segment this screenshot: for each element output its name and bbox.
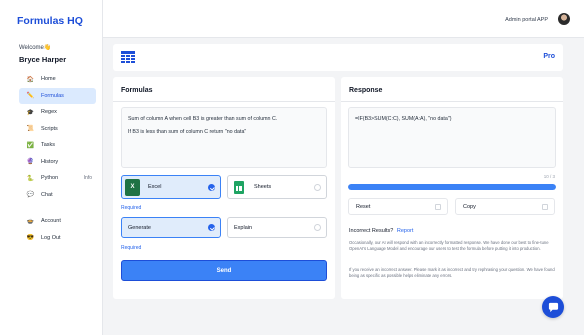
sidebar-item-account[interactable]: 🍲 Account [19, 213, 96, 230]
sidebar-item-regex[interactable]: 🎓 Regex [19, 104, 96, 121]
reset-label: Reset [356, 203, 371, 210]
sidebar-item-tasks[interactable]: ✅ Tasks [19, 137, 96, 154]
check-circle-icon [208, 184, 215, 191]
sidebar: Formulas HQ Welcome👋 Bryce Harper 🏠 Home… [0, 0, 103, 335]
sidebar-item-python[interactable]: 🐍 Python Info [19, 170, 96, 187]
sidebar-item-label: Home [41, 76, 56, 83]
response-panel: Response =IF(B3>SUM(C:C), SUM(A:A), "no … [341, 77, 563, 299]
explain-label: Explain [234, 224, 253, 231]
sidebar-item-home[interactable]: 🏠 Home [19, 71, 96, 88]
home-icon: 🏠 [26, 76, 35, 83]
pencil-icon: ✏️ [26, 93, 35, 100]
reset-button[interactable]: Reset [348, 198, 448, 215]
app-logo[interactable]: Formulas HQ [17, 15, 83, 27]
sunglasses-icon: 😎 [26, 235, 35, 242]
radio-circle-icon [314, 184, 321, 191]
formulas-panel: Formulas Sum of column A when cell B3 is… [113, 77, 335, 299]
chat-bubble-button[interactable] [542, 296, 564, 318]
graduation-cap-icon: 🎓 [26, 109, 35, 116]
account-bowl-icon: 🍲 [26, 218, 35, 225]
required-label: Required [121, 245, 142, 251]
reset-icon [435, 204, 441, 210]
admin-portal-link[interactable]: Admin portal [505, 17, 536, 23]
sidebar-item-label: Scripts [41, 125, 58, 132]
topbar: Admin portal APP [103, 0, 584, 38]
sidebar-item-history[interactable]: 🔮 History [19, 154, 96, 171]
sidebar-item-label: Account [41, 218, 61, 225]
speech-bubble-icon: 💬 [26, 192, 35, 199]
required-label: Required [121, 205, 142, 211]
spreadsheet-grid-icon [121, 51, 135, 63]
copy-button[interactable]: Copy [455, 198, 555, 215]
sidebar-item-label: Tasks [41, 142, 56, 149]
app-link[interactable]: APP [537, 17, 548, 23]
sidebar-item-formulas[interactable]: ✏️ Formulas [19, 87, 96, 104]
generate-option[interactable]: Generate [121, 217, 221, 238]
copy-icon [542, 204, 548, 210]
scroll-icon: 📜 [26, 126, 35, 133]
formulas-title: Formulas [121, 87, 153, 94]
formula-input[interactable]: Sum of column A when cell B3 is greater … [121, 107, 327, 168]
sheets-icon [231, 178, 246, 196]
sidebar-nav: 🏠 Home ✏️ Formulas 🎓 Regex 📜 Scripts ✅ T… [19, 71, 96, 246]
sidebar-item-label: Formulas [41, 92, 64, 99]
formula-text-line1: Sum of column A when cell B3 is greater … [128, 116, 278, 122]
sheets-option[interactable]: Sheets [227, 175, 327, 199]
pro-banner: Pro [113, 44, 563, 71]
crystal-ball-icon: 🔮 [26, 159, 35, 166]
disclaimer-text: Occasionally, our AI will respond with a… [349, 240, 549, 251]
checkmark-icon: ✅ [26, 142, 35, 149]
report-link[interactable]: Report [397, 228, 414, 234]
explain-option[interactable]: Explain [227, 217, 327, 238]
sidebar-item-scripts[interactable]: 📜 Scripts [19, 121, 96, 138]
divider [113, 101, 335, 102]
snake-icon: 🐍 [26, 175, 35, 182]
sidebar-item-chat[interactable]: 💬 Chat [19, 187, 96, 204]
progress-fill [348, 184, 556, 190]
excel-icon: X [125, 178, 140, 196]
sidebar-item-label: Regex [41, 109, 57, 116]
check-circle-icon [208, 224, 215, 231]
copy-label: Copy [463, 203, 476, 210]
response-title: Response [349, 87, 383, 94]
sidebar-item-label: Log Out [41, 234, 61, 241]
excel-option[interactable]: X Excel [121, 175, 221, 199]
response-text: =IF(B3>SUM(C:C), SUM(A:A), "no data") [355, 116, 452, 122]
sidebar-item-label: History [41, 158, 59, 165]
incorrect-results: Incorrect Results? Report [349, 228, 413, 234]
user-name: Bryce Harper [19, 55, 67, 64]
generate-label: Generate [128, 224, 151, 231]
divider [341, 101, 563, 102]
chat-icon [548, 302, 558, 312]
avatar[interactable] [558, 13, 570, 25]
welcome-text: Welcome👋 [19, 45, 52, 51]
pro-label[interactable]: Pro [543, 53, 555, 60]
sidebar-item-label: Python [41, 175, 59, 182]
sidebar-item-label: Chat [41, 191, 53, 198]
sidebar-item-logout[interactable]: 😎 Log Out [19, 230, 96, 247]
excel-label: Excel [148, 184, 162, 190]
formula-text-line2: If B3 is less than sum of column C retur… [128, 129, 247, 135]
incorrect-label: Incorrect Results? [349, 228, 394, 234]
response-output[interactable]: =IF(B3>SUM(C:C), SUM(A:A), "no data") [348, 107, 556, 168]
radio-circle-icon [314, 224, 321, 231]
sheets-label: Sheets [254, 184, 272, 190]
instruction-text: If you receive an incorrect answer. Plea… [349, 267, 555, 278]
character-counter: 10 / 3 [543, 174, 555, 179]
send-button[interactable]: Send [121, 260, 327, 281]
info-badge: Info [83, 175, 92, 182]
progress-bar [348, 184, 556, 190]
